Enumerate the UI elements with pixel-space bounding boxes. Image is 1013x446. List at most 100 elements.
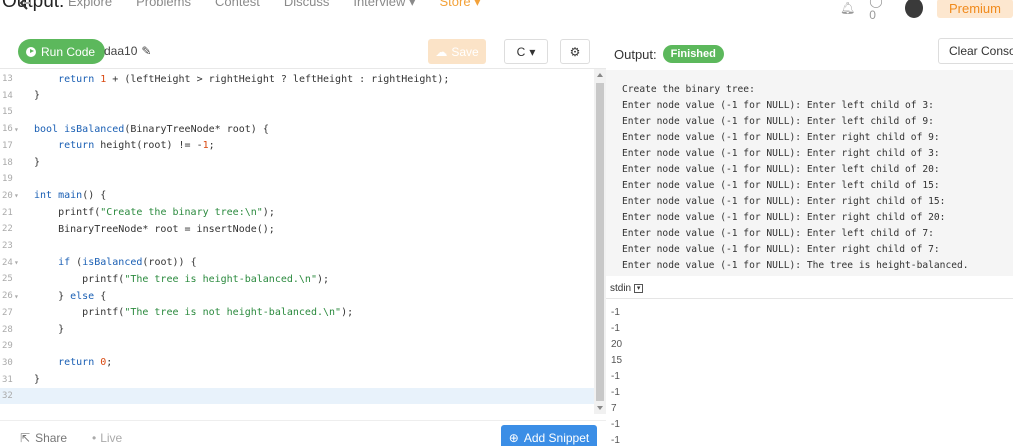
fold-icon[interactable]: ▾	[14, 258, 34, 267]
stdin-toggle[interactable]: stdin ▾	[606, 279, 1013, 299]
code-line[interactable]: 19	[0, 171, 594, 187]
live-button[interactable]: • Live	[92, 431, 122, 445]
line-number: 22	[2, 224, 13, 235]
language-select[interactable]: C ▾	[504, 39, 548, 64]
code-text: if (isBalanced(root)) {	[58, 257, 197, 269]
code-line[interactable]: 17 return height(root) != -1;	[0, 138, 594, 154]
line-number: 24	[2, 257, 13, 268]
nav-item[interactable]: Interview ▾	[353, 0, 415, 10]
console-line: Enter node value (-1 for NULL): Enter ri…	[622, 212, 946, 223]
code-line[interactable]: 28 }	[0, 322, 594, 338]
code-line[interactable]: 20 ▾ int main() {	[0, 188, 594, 204]
filename-text: daa10	[104, 44, 138, 58]
code-line[interactable]: 16 ▾ bool isBalanced(BinaryTreeNode* root)…	[0, 121, 594, 137]
console-line: Enter node value (-1 for NULL): Enter le…	[622, 164, 940, 175]
scrollbar-thumb[interactable]	[596, 83, 604, 401]
play-icon	[26, 46, 36, 57]
code-line[interactable]: 22 BinaryTreeNode* root = insertNode();	[0, 221, 594, 237]
code-line[interactable]: 14}	[0, 88, 594, 104]
scroll-down-icon[interactable]	[597, 406, 603, 410]
line-number: 19	[2, 174, 13, 185]
fold-icon[interactable]: ▾	[14, 191, 34, 200]
code-text: printf("The tree is height-balanced.\n")…	[34, 273, 330, 285]
add-snippet-button[interactable]: ⊕ Add Snippet	[501, 425, 597, 446]
stdin-line: -1	[611, 387, 620, 398]
collapse-icon[interactable]: ▾	[634, 284, 644, 293]
stdin-line: -1	[611, 419, 620, 430]
stdin-line: -1	[611, 371, 620, 382]
nav-item[interactable]: Explore	[68, 0, 112, 10]
avatar[interactable]	[904, 0, 923, 18]
console-line: Enter node value (-1 for NULL): Enter ri…	[622, 148, 940, 159]
status-badge: Finished	[662, 45, 724, 63]
code-line[interactable]: 18}	[0, 155, 594, 171]
code-text: }	[34, 90, 41, 102]
gear-icon: ⚙	[569, 44, 581, 59]
code-line[interactable]: 13 return 1 + (leftHeight > rightHeight …	[0, 71, 594, 87]
live-dot-icon: •	[92, 431, 97, 445]
line-number: 28	[2, 324, 13, 335]
filename[interactable]: daa10 ✎	[104, 44, 151, 58]
share-button[interactable]: ⇱ Share	[20, 431, 67, 445]
scroll-up-icon[interactable]	[597, 73, 603, 77]
nav-item[interactable]: Problems	[136, 0, 191, 10]
stdin-line: 15	[611, 355, 623, 366]
bell-icon[interactable]: 🔔︎	[840, 1, 855, 15]
line-number: 31	[2, 374, 13, 385]
code-line[interactable]: 21 printf("Create the binary tree:\n");	[0, 205, 594, 221]
code-line[interactable]: 23	[0, 238, 594, 254]
console-line: Enter node value (-1 for NULL): Enter le…	[622, 228, 934, 239]
leetcode-logo-icon[interactable]	[18, 0, 32, 10]
code-text: }	[34, 374, 41, 386]
code-editor[interactable]: 13 return 1 + (leftHeight > rightHeight …	[0, 68, 606, 414]
code-text: }	[34, 157, 41, 168]
cloud-icon: ☁	[435, 44, 448, 59]
code-text: }	[34, 324, 65, 335]
fold-icon[interactable]: ▾	[14, 292, 34, 301]
console-line: Enter node value (-1 for NULL): Enter le…	[622, 180, 940, 191]
code-text: int main() {	[34, 190, 107, 202]
code-text: return height(root) != -1;	[58, 140, 215, 152]
console-line: Create the binary tree:	[622, 84, 755, 95]
code-line[interactable]: 25 printf("The tree is height-balanced.\…	[0, 271, 594, 287]
fold-icon[interactable]: ▾	[14, 125, 34, 134]
code-line[interactable]: 32	[0, 388, 594, 405]
premium-button[interactable]: Premium	[936, 0, 1013, 18]
notification-count[interactable]: ◯ 0	[869, 0, 890, 22]
code-line[interactable]: 29	[0, 338, 594, 354]
stdin-line: -1	[611, 307, 620, 318]
nav-item[interactable]: Discuss	[284, 0, 330, 10]
settings-button[interactable]: ⚙	[560, 39, 590, 64]
plus-circle-icon: ⊕	[508, 430, 519, 445]
code-text: bool isBalanced(BinaryTreeNode* root) {	[34, 123, 269, 135]
editor-scrollbar[interactable]	[594, 69, 606, 414]
stdin-input[interactable]: -1 -1 20 15 -1 -1 7 -1 -1	[606, 300, 1013, 446]
code-line[interactable]: 30 return 0;	[0, 355, 594, 371]
code-line[interactable]: 26 ▾ } else {	[0, 288, 594, 304]
nav-item[interactable]: Store ▾	[439, 0, 480, 10]
pencil-icon[interactable]: ✎	[141, 44, 151, 58]
output-label: Output:	[614, 46, 657, 62]
line-number: 32	[2, 391, 13, 402]
output-title: Output: Finished	[614, 45, 724, 63]
caret-down-icon: ▾	[529, 44, 536, 59]
code-line[interactable]: 27 printf("The tree is not height-balanc…	[0, 305, 594, 321]
code-text: return 0;	[58, 357, 113, 369]
code-line[interactable]: 24 ▾ if (isBalanced(root)) {	[0, 255, 594, 271]
line-number: 13	[2, 74, 13, 84]
code-line[interactable]: 31}	[0, 372, 594, 388]
nav-item[interactable]: Contest	[215, 0, 260, 10]
run-code-button[interactable]: Run Code	[18, 39, 106, 64]
editor-toolbar: Run Code daa10 ✎ ☁ Save C ▾ ⚙	[0, 34, 600, 68]
run-code-label: Run Code	[41, 44, 96, 59]
clear-console-button[interactable]: Clear Console	[938, 38, 1013, 64]
add-snippet-label: Add Snippet	[523, 430, 590, 445]
share-label: Share	[35, 431, 68, 445]
save-label: Save	[451, 44, 479, 59]
save-button[interactable]: ☁ Save	[428, 39, 486, 64]
line-number: 23	[2, 241, 13, 251]
code-line[interactable]: 15	[0, 104, 594, 120]
line-number: 25	[2, 274, 13, 285]
line-number: 16	[2, 124, 13, 135]
console-line: Enter node value (-1 for NULL): Enter ri…	[622, 244, 940, 255]
